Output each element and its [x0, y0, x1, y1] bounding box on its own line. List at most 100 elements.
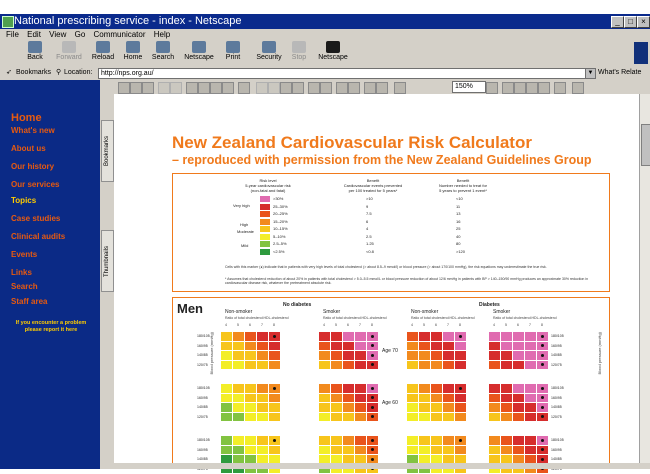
thumbnails-toggle-icon[interactable]	[222, 82, 234, 94]
print-icon[interactable]	[130, 82, 142, 94]
search-button[interactable]: Search	[148, 41, 178, 65]
maximize-button[interactable]: □	[624, 16, 637, 28]
report-problem-link[interactable]: If you encounter a problem please report…	[11, 320, 91, 334]
legend-swatch	[260, 226, 270, 232]
tab-bookmarks[interactable]: Bookmarks	[101, 120, 114, 182]
risk-cell	[443, 384, 454, 393]
risk-cell	[257, 403, 268, 412]
sidebar-item-search[interactable]: Search	[11, 282, 38, 291]
url-dropdown-chevron-down-icon[interactable]: ▼	[585, 68, 596, 79]
previous-page-icon[interactable]	[268, 82, 280, 94]
menu-edit[interactable]: Edit	[27, 30, 41, 39]
site-sidebar: Home What's new About us Our history Our…	[0, 80, 100, 469]
actual-size-icon[interactable]	[502, 82, 514, 94]
zoom-level-field[interactable]: 150%	[452, 81, 486, 93]
risk-cell	[269, 436, 280, 445]
forward-button[interactable]: Forward	[54, 41, 84, 65]
fit-width-icon[interactable]	[526, 82, 538, 94]
menu-go[interactable]: Go	[75, 30, 86, 39]
zoom-in-icon[interactable]	[348, 82, 360, 94]
netscape-n-button[interactable]: Netscape	[318, 41, 348, 65]
url-field[interactable]: http://nps.org.au/	[98, 68, 587, 79]
legend-nnt-value: 16	[456, 218, 461, 224]
risk-cell	[331, 332, 342, 341]
sidebar-item-topics[interactable]: Topics	[11, 196, 36, 205]
zoom-in-plus-icon[interactable]	[486, 82, 498, 94]
sidebar-item-our-services[interactable]: Our services	[11, 180, 59, 189]
menu-communicator[interactable]: Communicator	[94, 30, 146, 39]
menu-file[interactable]: File	[6, 30, 19, 39]
ratio-tick-label: 7	[359, 323, 361, 327]
undo-icon[interactable]	[158, 82, 170, 94]
risk-cell	[407, 351, 418, 360]
menu-help[interactable]: Help	[154, 30, 170, 39]
risk-cell	[489, 360, 500, 369]
reload-button[interactable]: Reload	[88, 41, 118, 65]
risk-cell	[525, 341, 536, 350]
risk-cell	[355, 384, 366, 393]
next-page-icon[interactable]	[280, 82, 292, 94]
hand-tool-icon[interactable]	[336, 82, 348, 94]
bp-tick-label: 140/85	[197, 353, 208, 357]
zoom-out-icon[interactable]	[394, 82, 406, 94]
risk-cell	[537, 384, 548, 393]
scrollbar-thumb[interactable]	[641, 124, 650, 166]
first-page-icon[interactable]	[256, 82, 268, 94]
sidebar-item-clinical-audits[interactable]: Clinical audits	[11, 232, 65, 241]
risk-cell	[525, 384, 536, 393]
risk-cell	[431, 360, 442, 369]
redo-icon[interactable]	[170, 82, 182, 94]
print-icon	[226, 41, 240, 53]
sidebar-item-links[interactable]: Links	[11, 268, 32, 277]
graphics-select-icon[interactable]	[376, 82, 388, 94]
print-button[interactable]: Print	[218, 41, 248, 65]
netscape-throbber-icon[interactable]	[634, 42, 648, 64]
window-title-bar[interactable]: National prescribing service - index - N…	[0, 14, 650, 29]
ratio-tick-label: 5	[237, 323, 239, 327]
find-icon[interactable]	[186, 82, 198, 94]
risk-cell	[257, 393, 268, 402]
home-button[interactable]: Home	[118, 41, 148, 65]
stop-button[interactable]: Stop	[284, 41, 314, 65]
risk-cell	[319, 445, 330, 454]
risk-cell	[431, 332, 442, 341]
subgroup-nd-smoker: Smoker	[323, 309, 341, 315]
text-select-icon[interactable]	[364, 82, 376, 94]
sidebar-item-about-us[interactable]: About us	[11, 144, 46, 153]
acrobat-logo-icon[interactable]	[572, 82, 584, 94]
last-page-icon[interactable]	[292, 82, 304, 94]
show-pane-icon[interactable]	[238, 82, 250, 94]
minimize-button[interactable]: _	[611, 16, 624, 28]
save-icon[interactable]	[118, 82, 130, 94]
fit-visible-icon[interactable]	[538, 82, 550, 94]
security-button[interactable]: Security	[254, 41, 284, 65]
sidebar-item-case-studies[interactable]: Case studies	[11, 214, 60, 223]
paste-icon[interactable]	[210, 82, 222, 94]
risk-cell	[525, 445, 536, 454]
sidebar-item-home[interactable]: Home	[11, 112, 42, 124]
bookmarks-button[interactable]: Bookmarks	[16, 66, 51, 80]
vertical-scrollbar[interactable]	[639, 94, 650, 463]
go-forward-icon[interactable]	[320, 82, 332, 94]
age-label: Age 70	[382, 348, 398, 354]
copy-icon[interactable]	[198, 82, 210, 94]
go-back-icon[interactable]	[308, 82, 320, 94]
risk-cell	[501, 412, 512, 421]
sidebar-item-events[interactable]: Events	[11, 250, 37, 259]
sidebar-item-staff-area[interactable]: Staff area	[11, 297, 47, 306]
close-button[interactable]: ×	[637, 16, 650, 28]
ratio-tick-label: 6	[517, 323, 519, 327]
sidebar-item-our-history[interactable]: Our history	[11, 162, 54, 171]
bp-tick-label: 120/75	[551, 414, 562, 419]
menu-view[interactable]: View	[49, 30, 66, 39]
risk-cell	[331, 351, 342, 360]
risk-cell	[269, 403, 280, 412]
netscape-button[interactable]: Netscape	[184, 41, 214, 65]
tab-thumbnails[interactable]: Thumbnails	[101, 230, 114, 292]
fit-page-icon[interactable]	[514, 82, 526, 94]
rotate-icon[interactable]	[554, 82, 566, 94]
zoom-tool-icon[interactable]	[142, 82, 154, 94]
back-button[interactable]: Back	[20, 41, 50, 65]
whats-related-button[interactable]: What's Relate	[598, 66, 641, 80]
sidebar-item-whats-new[interactable]: What's new	[11, 126, 55, 135]
